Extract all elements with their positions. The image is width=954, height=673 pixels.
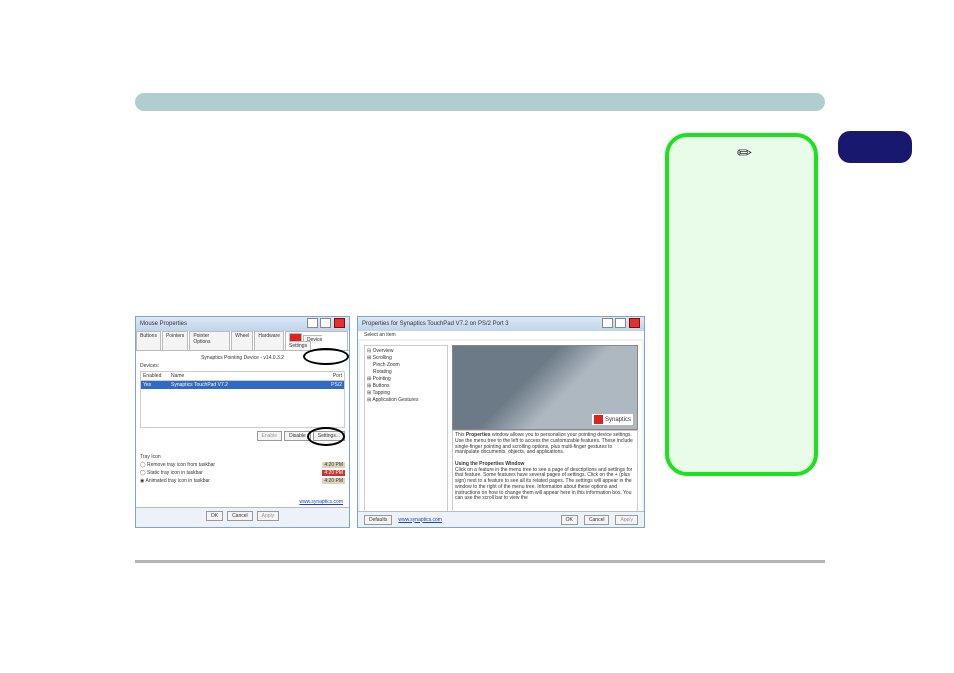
time-badge-2: 4:20 PM	[322, 470, 345, 476]
tree-buttons[interactable]: ⊞ Buttons	[367, 383, 445, 390]
tray-opt-anim[interactable]: ◉ Animated tray icon in taskbar	[140, 478, 210, 484]
sp-titlebar: Properties for Synaptics TouchPad V7.2 o…	[358, 317, 644, 331]
synaptics-link[interactable]: www.synaptics.com	[398, 517, 442, 523]
tab-hardware[interactable]: Hardware	[254, 331, 284, 350]
tab-buttons[interactable]: Buttons	[136, 331, 161, 350]
footer-rule	[135, 560, 825, 563]
tree-rotating[interactable]: Rotating	[373, 369, 445, 376]
device-buttons: Enable Disable Settings...	[257, 431, 346, 441]
synaptics-link[interactable]: www.synaptics.com	[299, 499, 343, 505]
tab-pointer-options[interactable]: Pointer Options	[189, 331, 230, 350]
devices-header: Enabled Name Port	[141, 372, 344, 381]
sp-footer: Defaults www.synaptics.com OK Cancel App…	[358, 511, 644, 527]
mp-tabs: Buttons Pointers Pointer Options Wheel H…	[136, 331, 349, 351]
tab-wheel[interactable]: Wheel	[231, 331, 253, 350]
tray-opt-static[interactable]: ◯ Static tray icon in taskbar	[140, 470, 203, 476]
synaptics-tab-icon	[289, 333, 302, 341]
time-badge-3: 4:20 PM	[322, 478, 345, 484]
cancel-button[interactable]: Cancel	[227, 511, 253, 521]
ok-button[interactable]: OK	[206, 511, 223, 521]
devices-box: Enabled Name Port Yes Synaptics TouchPad…	[140, 371, 345, 428]
tray-label: Tray Icon	[140, 454, 345, 460]
synaptics-properties-dialog: Properties for Synaptics TouchPad V7.2 o…	[357, 316, 645, 528]
mp-body: Synaptics Pointing Device - v14.0.3.2 De…	[136, 351, 349, 523]
devices-label: Devices:	[140, 363, 345, 369]
enable-button[interactable]: Enable	[257, 431, 283, 441]
touchpad-image: Synaptics	[452, 345, 638, 430]
tree-pointing[interactable]: ⊞ Pointing	[367, 376, 445, 383]
pen-icon: ✏	[737, 143, 808, 164]
max-icon[interactable]	[615, 318, 626, 328]
synaptics-logo: Synaptics	[592, 414, 633, 425]
mp-title-text: Mouse Properties	[140, 321, 187, 327]
logo-icon	[594, 415, 603, 424]
tree-scrolling[interactable]: ⊞ Scrolling	[367, 355, 445, 362]
settings-button[interactable]: Settings...	[313, 431, 345, 441]
mp-titlebar: Mouse Properties	[136, 317, 349, 331]
tree-app-gest[interactable]: ⊞ Application Gestures	[367, 397, 445, 404]
tree-overview[interactable]: ⊟ Overview	[367, 348, 445, 355]
ok-button[interactable]: OK	[561, 515, 578, 525]
page-badge	[838, 131, 912, 163]
time-badge-1: 4:20 PM	[322, 462, 345, 468]
close-icon[interactable]	[334, 318, 345, 328]
cancel-button[interactable]: Cancel	[584, 515, 610, 525]
header-bar	[135, 93, 825, 111]
mouse-properties-dialog: Mouse Properties Buttons Pointers Pointe…	[135, 316, 350, 528]
tab-device-settings[interactable]: Device Settings	[285, 331, 348, 350]
apply-button[interactable]: Apply	[615, 515, 638, 525]
sp-right-pane: Synaptics This Properties window allows …	[452, 345, 638, 517]
apply-button[interactable]: Apply	[257, 511, 280, 521]
tree-pinch[interactable]: Pinch Zoom	[373, 362, 445, 369]
disable-button[interactable]: Disable	[284, 431, 311, 441]
driver-line: Synaptics Pointing Device - v14.0.3.2	[140, 355, 345, 361]
mp-footer: OK Cancel Apply	[136, 507, 349, 523]
window-buttons	[306, 318, 345, 330]
close-icon[interactable]	[629, 318, 640, 328]
sp-title-text: Properties for Synaptics TouchPad V7.2 o…	[362, 321, 509, 327]
select-label: Select an item	[358, 331, 644, 339]
max-icon[interactable]	[320, 318, 331, 328]
tree-tapping[interactable]: ⊞ Tapping	[367, 390, 445, 397]
tray-icon-group: Tray Icon ◯ Remove tray icon from taskba…	[140, 454, 345, 486]
sp-body: ⊟ Overview ⊞ Scrolling Pinch Zoom Rotati…	[360, 341, 642, 519]
tab-pointers[interactable]: Pointers	[162, 331, 188, 350]
device-row-selected[interactable]: Yes Synaptics TouchPad V7.2 PS/2	[141, 381, 344, 389]
tray-opt-remove[interactable]: ◯ Remove tray icon from taskbar	[140, 462, 215, 468]
min-icon[interactable]	[307, 318, 318, 328]
window-buttons	[601, 318, 640, 330]
defaults-button[interactable]: Defaults	[364, 515, 392, 525]
feature-tree[interactable]: ⊟ Overview ⊞ Scrolling Pinch Zoom Rotati…	[364, 345, 448, 517]
min-icon[interactable]	[602, 318, 613, 328]
description-box: This Properties window allows you to per…	[452, 430, 638, 517]
note-box: ✏	[665, 133, 818, 476]
